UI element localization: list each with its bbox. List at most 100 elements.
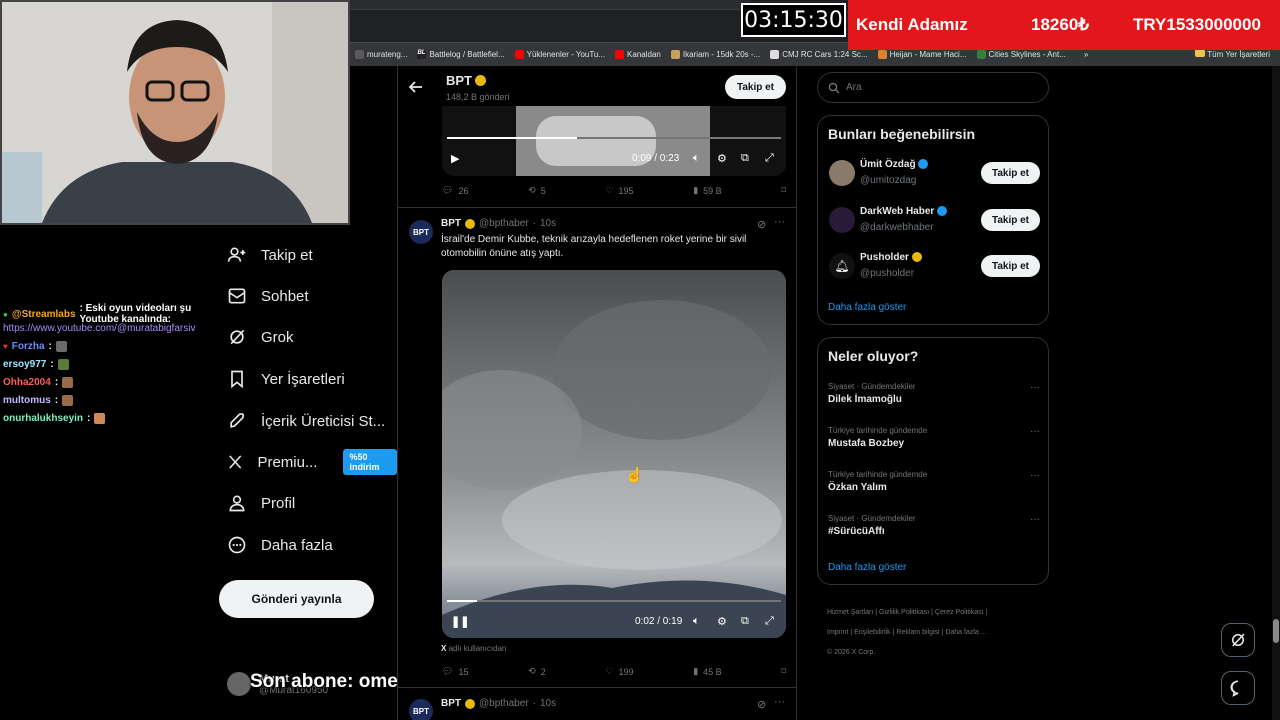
footer-link[interactable]: Reklam bilgisi [896, 629, 939, 636]
user-name: Ümit Özdağ [860, 159, 916, 170]
bookmark-post-button[interactable]: ⌑ [781, 666, 786, 677]
volume-icon[interactable]: 🔈︎ [693, 152, 700, 165]
bookmark-item[interactable]: Cities Skylines - Ant... [972, 50, 1071, 59]
pip-icon[interactable]: ⧉ [741, 152, 749, 165]
emote-icon [57, 358, 69, 370]
search-box[interactable] [817, 72, 1049, 103]
post-author[interactable]: BPT [441, 698, 461, 709]
follow-button[interactable]: Takip et [981, 162, 1040, 184]
post-more-icon[interactable]: ··· [774, 216, 785, 228]
footer-link[interactable]: Gizlilik Politikası [879, 609, 929, 616]
trend-more-icon[interactable]: ··· [1030, 426, 1040, 437]
trend-more-icon[interactable]: ··· [1030, 470, 1040, 481]
show-more-link[interactable]: Daha fazla göster [828, 562, 906, 573]
bookmark-item[interactable]: Yüklenenler - YouTu... [510, 50, 610, 59]
volume-icon[interactable]: 🔈︎ [693, 615, 700, 628]
back-arrow-icon[interactable] [408, 79, 424, 95]
grok-fab[interactable] [1221, 623, 1255, 657]
post-time[interactable]: 10s [540, 698, 556, 709]
page-scrollbar[interactable] [1272, 66, 1280, 720]
repost-count: 5 [540, 185, 546, 196]
sidebar-item-label: Profil [261, 494, 296, 512]
fullscreen-icon[interactable]: ⤢ [765, 152, 774, 165]
show-more-link[interactable]: Daha fazla göster [828, 302, 906, 313]
trend-item[interactable]: Siyaset · Gündemdekiler Dilek İmamoğlu ··· [828, 382, 1040, 405]
bookmarks-overflow[interactable]: » [1079, 50, 1093, 59]
user-handle: @umitozdag [860, 175, 917, 186]
reply-button[interactable]: 💬︎ 26 [442, 185, 468, 196]
suggested-user[interactable]: Ümit Özdağ @umitozdag Takip et [818, 156, 1050, 196]
sidebar-item-creator-studio[interactable]: İçerik Üreticisi St... [227, 409, 385, 433]
settings-icon[interactable]: ⚙ [717, 615, 727, 628]
video-progress-track[interactable] [447, 137, 781, 139]
post-more-icon[interactable]: ··· [774, 696, 785, 708]
follow-button[interactable]: Takip et [981, 255, 1040, 277]
divider [398, 687, 796, 688]
settings-icon[interactable]: ⚙ [717, 152, 727, 165]
post-button[interactable]: Gönderi yayınla [219, 580, 374, 618]
grok-post-icon[interactable]: ⊘ [757, 218, 766, 231]
bookmark-post-button[interactable]: ⌑ [781, 185, 786, 196]
trend-item[interactable]: Türkiye tarihinde gündemde Mustafa Bozbey… [828, 426, 1040, 449]
trends-card: Neler oluyor? Siyaset · Gündemdekiler Dil… [817, 337, 1049, 585]
trend-item[interactable]: Türkiye tarihinde gündemde Özkan Yalım ··· [828, 470, 1040, 493]
post-handle: @bpthaber [479, 218, 529, 229]
top-video-player[interactable]: ▶ 0:09 / 0:23 🔈︎ ⚙ ⧉ ⤢ [442, 106, 786, 176]
footer-link[interactable]: Çerez Politikası [935, 609, 984, 616]
trend-more-icon[interactable]: ··· [1030, 514, 1040, 525]
sidebar-item-grok[interactable]: Grok [227, 325, 294, 349]
sidebar-item-premium[interactable]: Premiu... %50 indirim [227, 449, 397, 475]
video-progress-track[interactable] [447, 600, 781, 602]
bookmark-item[interactable]: murateng... [350, 50, 412, 59]
source-text[interactable]: adlı kullanıcıdan [446, 644, 507, 653]
all-bookmarks[interactable]: Tüm Yer İşaretleri [1195, 49, 1270, 59]
post-avatar[interactable]: BPT [409, 220, 433, 244]
header-follow-button[interactable]: Takip et [725, 75, 786, 99]
chat-link[interactable]: https://www.youtube.com/@muratabigfarsiv [3, 319, 218, 337]
footer-link[interactable]: Hizmet Şartları [827, 609, 873, 616]
footer-link[interactable]: Erişilebilirlik [854, 629, 891, 636]
views-button[interactable]: ▮ 59 B [693, 185, 721, 196]
sidebar-item-chat[interactable]: Sohbet [227, 284, 309, 308]
trend-item[interactable]: Siyaset · Gündemdekiler #SürücüAffı ··· [828, 514, 1040, 537]
avatar [829, 160, 855, 186]
reply-button[interactable]: 💬︎ 15 [442, 666, 468, 677]
footer-link[interactable]: Imprint [827, 629, 848, 636]
sidebar-item-bookmarks[interactable]: Yer İşaretleri [227, 367, 345, 391]
post-video-player[interactable]: BPT ❚❚ 0:02 / 0:19 🔈︎ ⚙ ⧉ ⤢ ☝ [442, 270, 786, 638]
pip-icon[interactable]: ⧉ [741, 615, 749, 628]
fullscreen-icon[interactable]: ⤢ [765, 615, 774, 628]
bookmark-item[interactable]: Ikariam - 15dk 20s -... [666, 50, 765, 59]
suggested-user[interactable]: 🔔︎ Pusholder @pusholder Takip et [818, 249, 1050, 289]
search-input[interactable] [846, 82, 1026, 93]
browser-tab-strip[interactable] [350, 0, 750, 10]
bookmark-label: Yüklenenler - YouTu... [526, 50, 606, 59]
repost-button[interactable]: ⟲ 2 [528, 666, 546, 677]
views-button[interactable]: ▮ 45 B [693, 666, 721, 677]
bookmark-icon: ⌑ [781, 185, 786, 195]
grok-post-icon[interactable]: ⊘ [757, 698, 766, 711]
follow-button[interactable]: Takip et [981, 209, 1040, 231]
post-author[interactable]: BPT [441, 218, 461, 229]
repost-button[interactable]: ⟲ 5 [528, 185, 546, 196]
suggested-user[interactable]: DarkWeb Haber @darkwebhaber Takip et [818, 203, 1050, 243]
messages-fab[interactable] [1221, 671, 1255, 705]
sidebar-item-profile[interactable]: Profil [227, 491, 295, 515]
bookmark-item[interactable]: BL Battlelog / Battlefiel... [412, 50, 509, 59]
pause-icon[interactable]: ❚❚ [451, 615, 469, 628]
like-button[interactable]: ♡ 199 [605, 666, 633, 677]
bookmark-item[interactable]: Heijan - Mame Haci... [873, 50, 972, 59]
post-text: İsrail'de Demir Kubbe, teknik arızayla h… [441, 233, 786, 261]
sidebar-item-more[interactable]: Daha fazla [227, 533, 333, 557]
timeline-column[interactable]: BPT 148,2 B gönderi Takip et ▶ 0:09 / 0:… [397, 66, 797, 720]
like-button[interactable]: ♡ 195 [605, 185, 633, 196]
bookmark-item[interactable]: CMJ RC Cars 1:24 Sc... [765, 50, 872, 59]
footer-link[interactable]: Daha fazla ... [945, 629, 986, 636]
bookmark-item[interactable]: Kanaldan [610, 50, 666, 59]
sidebar-item-follow[interactable]: Takip et [227, 243, 313, 267]
scrollbar-thumb[interactable] [1273, 619, 1279, 643]
post-time[interactable]: 10s [540, 218, 556, 229]
post-avatar[interactable]: BPT [409, 699, 433, 720]
trend-more-icon[interactable]: ··· [1030, 382, 1040, 393]
play-icon[interactable]: ▶ [451, 152, 459, 165]
